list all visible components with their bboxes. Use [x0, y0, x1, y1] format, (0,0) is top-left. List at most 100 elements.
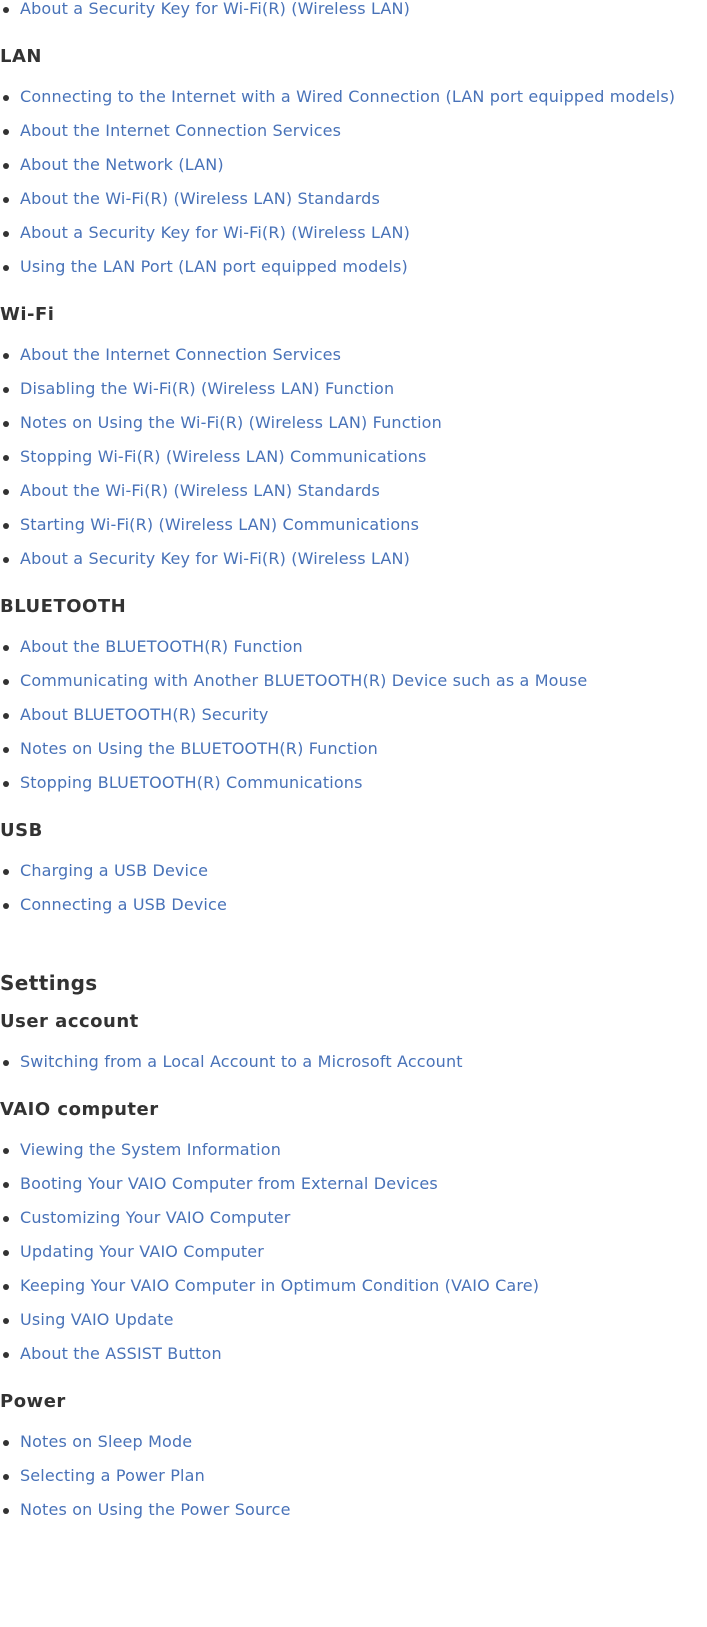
- topic-link[interactable]: Connecting to the Internet with a Wired …: [20, 87, 675, 106]
- bullet-icon: [3, 1440, 9, 1446]
- section-title-vaio-computer: VAIO computer: [0, 1099, 159, 1120]
- previous-section-list: About a Security Key for Wi-Fi(R) (Wirel…: [0, 0, 707, 26]
- topic-link[interactable]: Customizing Your VAIO Computer: [20, 1208, 291, 1227]
- category-title-settings: Settings: [0, 971, 98, 995]
- bullet-icon: [3, 679, 9, 685]
- bullet-icon: [3, 387, 9, 393]
- bullet-icon: [3, 129, 9, 135]
- list-item: Disabling the Wi-Fi(R) (Wireless LAN) Fu…: [0, 372, 707, 406]
- topic-link[interactable]: Charging a USB Device: [20, 861, 208, 880]
- topic-link[interactable]: Selecting a Power Plan: [20, 1466, 205, 1485]
- category-settings: Settings User account Switching from a L…: [0, 970, 707, 1527]
- section-title-usb: USB: [0, 820, 43, 841]
- list-item: About the ASSIST Button: [0, 1337, 707, 1371]
- list-item: Booting Your VAIO Computer from External…: [0, 1167, 707, 1201]
- list-item: Switching from a Local Account to a Micr…: [0, 1045, 707, 1079]
- vaio-computer-topic-list: Viewing the System Information Booting Y…: [0, 1133, 707, 1371]
- section-power: Power Notes on Sleep Mode Selecting a Po…: [0, 1390, 707, 1527]
- topic-link[interactable]: Notes on Using the BLUETOOTH(R) Function: [20, 739, 378, 758]
- list-item: Stopping BLUETOOTH(R) Communications: [0, 766, 707, 800]
- bullet-icon: [3, 353, 9, 359]
- bullet-icon: [3, 1216, 9, 1222]
- bluetooth-topic-list: About the BLUETOOTH(R) Function Communic…: [0, 630, 707, 800]
- topic-link[interactable]: Booting Your VAIO Computer from External…: [20, 1174, 438, 1193]
- topic-link[interactable]: Notes on Using the Power Source: [20, 1500, 291, 1519]
- list-item: About a Security Key for Wi-Fi(R) (Wirel…: [0, 0, 707, 26]
- list-item: Connecting to the Internet with a Wired …: [0, 80, 707, 114]
- topic-link[interactable]: About the Internet Connection Services: [20, 345, 341, 364]
- topic-link[interactable]: Starting Wi-Fi(R) (Wireless LAN) Communi…: [20, 515, 419, 534]
- usb-topic-list: Charging a USB Device Connecting a USB D…: [0, 854, 707, 922]
- list-item: Keeping Your VAIO Computer in Optimum Co…: [0, 1269, 707, 1303]
- topic-link[interactable]: Communicating with Another BLUETOOTH(R) …: [20, 671, 587, 690]
- bullet-icon: [3, 747, 9, 753]
- bullet-icon: [3, 1474, 9, 1480]
- bullet-icon: [3, 781, 9, 787]
- topic-link[interactable]: Notes on Using the Wi-Fi(R) (Wireless LA…: [20, 413, 442, 432]
- topic-link[interactable]: Keeping Your VAIO Computer in Optimum Co…: [20, 1276, 539, 1295]
- list-item: Using VAIO Update: [0, 1303, 707, 1337]
- bullet-icon: [3, 1284, 9, 1290]
- topic-link[interactable]: Updating Your VAIO Computer: [20, 1242, 264, 1261]
- section-title-wifi: Wi-Fi: [0, 304, 55, 325]
- topic-link[interactable]: Connecting a USB Device: [20, 895, 227, 914]
- power-topic-list: Notes on Sleep Mode Selecting a Power Pl…: [0, 1425, 707, 1527]
- bullet-icon: [3, 197, 9, 203]
- bullet-icon: [3, 1148, 9, 1154]
- topic-link[interactable]: About the Wi-Fi(R) (Wireless LAN) Standa…: [20, 189, 380, 208]
- bullet-icon: [3, 1060, 9, 1066]
- topic-link[interactable]: About a Security Key for Wi-Fi(R) (Wirel…: [20, 549, 410, 568]
- lan-topic-list: Connecting to the Internet with a Wired …: [0, 80, 707, 284]
- list-item: About the Wi-Fi(R) (Wireless LAN) Standa…: [0, 182, 707, 216]
- topic-link[interactable]: About BLUETOOTH(R) Security: [20, 705, 269, 724]
- list-item: About a Security Key for Wi-Fi(R) (Wirel…: [0, 216, 707, 250]
- user-account-topic-list: Switching from a Local Account to a Micr…: [0, 1045, 707, 1079]
- topic-link[interactable]: Using VAIO Update: [20, 1310, 174, 1329]
- section-title-bluetooth: BLUETOOTH: [0, 596, 127, 617]
- bullet-icon: [3, 1352, 9, 1358]
- bullet-icon: [3, 645, 9, 651]
- help-index-page: About a Security Key for Wi-Fi(R) (Wirel…: [0, 0, 707, 1527]
- list-item: Communicating with Another BLUETOOTH(R) …: [0, 664, 707, 698]
- bullet-icon: [3, 1250, 9, 1256]
- topic-link[interactable]: About the Internet Connection Services: [20, 121, 341, 140]
- topic-link[interactable]: Using the LAN Port (LAN port equipped mo…: [20, 257, 408, 276]
- list-item: Notes on Using the Wi-Fi(R) (Wireless LA…: [0, 406, 707, 440]
- bullet-icon: [3, 557, 9, 563]
- topic-link[interactable]: About the Wi-Fi(R) (Wireless LAN) Standa…: [20, 481, 380, 500]
- list-item: Stopping Wi-Fi(R) (Wireless LAN) Communi…: [0, 440, 707, 474]
- topic-link[interactable]: About a Security Key for Wi-Fi(R) (Wirel…: [20, 0, 410, 18]
- list-item: Notes on Using the Power Source: [0, 1493, 707, 1527]
- list-item: About BLUETOOTH(R) Security: [0, 698, 707, 732]
- wifi-topic-list: About the Internet Connection Services D…: [0, 338, 707, 576]
- topic-link[interactable]: Stopping BLUETOOTH(R) Communications: [20, 773, 363, 792]
- topic-link[interactable]: About the ASSIST Button: [20, 1344, 222, 1363]
- topic-link[interactable]: Notes on Sleep Mode: [20, 1432, 192, 1451]
- bullet-icon: [3, 1182, 9, 1188]
- list-item: Starting Wi-Fi(R) (Wireless LAN) Communi…: [0, 508, 707, 542]
- topic-link[interactable]: Stopping Wi-Fi(R) (Wireless LAN) Communi…: [20, 447, 427, 466]
- bullet-icon: [3, 265, 9, 271]
- bullet-icon: [3, 421, 9, 427]
- topic-link[interactable]: About a Security Key for Wi-Fi(R) (Wirel…: [20, 223, 410, 242]
- list-item: About the Wi-Fi(R) (Wireless LAN) Standa…: [0, 474, 707, 508]
- bullet-icon: [3, 95, 9, 101]
- topic-link[interactable]: Viewing the System Information: [20, 1140, 281, 1159]
- list-item: Notes on Using the BLUETOOTH(R) Function: [0, 732, 707, 766]
- topic-link[interactable]: About the BLUETOOTH(R) Function: [20, 637, 303, 656]
- section-title-power: Power: [0, 1391, 66, 1412]
- bullet-icon: [3, 7, 9, 13]
- list-item: Charging a USB Device: [0, 854, 707, 888]
- topic-link[interactable]: About the Network (LAN): [20, 155, 224, 174]
- section-lan: LAN Connecting to the Internet with a Wi…: [0, 45, 707, 284]
- bullet-icon: [3, 1508, 9, 1514]
- section-usb: USB Charging a USB Device Connecting a U…: [0, 819, 707, 922]
- list-item: Updating Your VAIO Computer: [0, 1235, 707, 1269]
- list-item: Connecting a USB Device: [0, 888, 707, 922]
- topic-link[interactable]: Switching from a Local Account to a Micr…: [20, 1052, 463, 1071]
- section-bluetooth: BLUETOOTH About the BLUETOOTH(R) Functio…: [0, 595, 707, 800]
- list-item: About the BLUETOOTH(R) Function: [0, 630, 707, 664]
- topic-link[interactable]: Disabling the Wi-Fi(R) (Wireless LAN) Fu…: [20, 379, 394, 398]
- list-item: About the Network (LAN): [0, 148, 707, 182]
- bullet-icon: [3, 523, 9, 529]
